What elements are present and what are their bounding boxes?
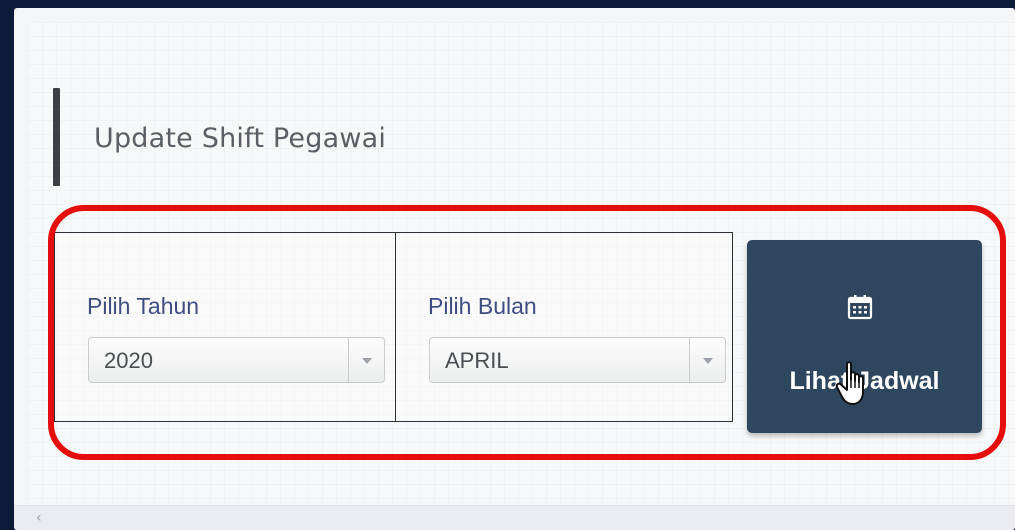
horizontal-scrollbar[interactable]: ‹ — [14, 505, 1015, 530]
screen-frame: ‹ Update Shift Pegawai Pilih Tahun 2020 … — [0, 0, 1015, 530]
highlight-annotation — [48, 205, 1006, 460]
page-title: Update Shift Pegawai — [94, 123, 387, 154]
title-accent-bar — [53, 88, 60, 186]
scroll-left-icon[interactable]: ‹ — [36, 510, 42, 526]
